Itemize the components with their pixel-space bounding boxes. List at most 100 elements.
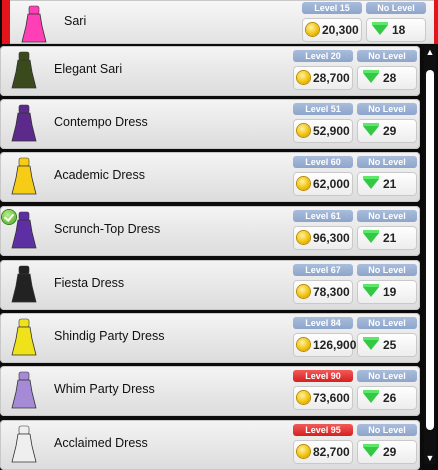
coin-price-button[interactable]: 96,300 [293, 226, 353, 250]
level-badge: Level 84 [293, 317, 353, 329]
coin-price-button[interactable]: 62,000 [293, 172, 353, 196]
coin-price: 62,000 [313, 177, 350, 191]
dress-row[interactable]: Contempo Dress Level 51 No Level 52,900 … [0, 99, 420, 149]
scroll-up-arrow-icon[interactable]: ▲ [424, 46, 436, 58]
dress-strap [18, 51, 30, 61]
dress-strap [28, 5, 40, 15]
dress-skirt [11, 59, 37, 89]
gem-price: 21 [383, 231, 397, 245]
gem-icon [363, 70, 379, 83]
no-level-badge: No Level [366, 2, 426, 14]
coin-icon [297, 285, 310, 298]
dress-name: Whim Party Dress [54, 382, 155, 396]
coin-price-button[interactable]: 73,600 [293, 386, 353, 410]
coin-icon [297, 124, 310, 137]
coin-icon [306, 23, 319, 36]
dress-skirt [11, 379, 37, 409]
dress-row[interactable]: Scrunch-Top Dress Level 61 No Level 96,3… [0, 206, 420, 256]
dress-strap [18, 104, 30, 114]
gem-icon [363, 390, 379, 403]
coin-icon [297, 445, 310, 458]
coin-price: 126,900 [313, 338, 357, 352]
gem-price: 29 [383, 124, 397, 138]
gem-price: 19 [383, 285, 397, 299]
coin-price-button[interactable]: 78,300 [293, 280, 353, 304]
gem-price-button[interactable]: 19 [357, 280, 417, 304]
gem-price-button[interactable]: 21 [357, 172, 417, 196]
dress-icon [21, 5, 47, 43]
level-badge: Level 60 [293, 156, 353, 168]
dress-name: Elegant Sari [54, 62, 123, 76]
gem-icon [363, 337, 379, 350]
gem-icon [372, 22, 388, 35]
dress-strap [18, 318, 30, 328]
dress-skirt [11, 326, 37, 356]
dress-icon [11, 51, 37, 89]
coin-price-button[interactable]: 126,900 [293, 333, 357, 357]
coin-price-button[interactable]: 52,900 [293, 119, 353, 143]
price-group: Level 51 No Level 52,900 29 [293, 103, 417, 145]
dress-row[interactable]: Fiesta Dress Level 67 No Level 78,300 19 [0, 260, 420, 310]
dress-row[interactable]: Sari Level 15 No Level 20,300 18 [2, 0, 438, 44]
coin-price-button[interactable]: 20,300 [302, 18, 362, 42]
gem-price: 26 [383, 391, 397, 405]
dress-strap [18, 371, 30, 381]
coin-icon [297, 231, 310, 244]
gem-price: 28 [383, 71, 397, 85]
gem-icon [363, 123, 379, 136]
gem-price-button[interactable]: 21 [357, 226, 417, 250]
dress-skirt [11, 112, 37, 142]
price-group: Level 15 No Level 20,300 18 [302, 2, 426, 44]
dress-name: Scrunch-Top Dress [54, 222, 161, 236]
dress-skirt [11, 219, 37, 249]
gem-icon [363, 284, 379, 297]
dress-icon [11, 104, 37, 142]
coin-price-button[interactable]: 28,700 [293, 66, 353, 90]
coin-price: 78,300 [313, 285, 350, 299]
gem-price-button[interactable]: 29 [357, 119, 417, 143]
dress-name: Contempo Dress [54, 115, 148, 129]
gem-price-button[interactable]: 25 [357, 333, 417, 357]
dress-icon [11, 425, 37, 463]
dress-name: Fiesta Dress [54, 276, 125, 290]
dress-name: Shindig Party Dress [54, 329, 165, 343]
no-level-badge: No Level [357, 210, 417, 222]
gem-price: 18 [392, 23, 406, 37]
no-level-badge: No Level [357, 156, 417, 168]
dress-row[interactable]: Academic Dress Level 60 No Level 62,000 … [0, 152, 420, 202]
dress-row[interactable]: Whim Party Dress Level 90 No Level 73,60… [0, 366, 420, 416]
dress-skirt [11, 165, 37, 195]
dress-icon [11, 157, 37, 195]
dress-strap [18, 265, 30, 275]
scrollbar[interactable]: ▲ ▼ [424, 46, 436, 464]
dress-strap [18, 211, 30, 221]
gem-price-button[interactable]: 28 [357, 66, 417, 90]
price-group: Level 67 No Level 78,300 19 [293, 264, 417, 306]
scroll-down-arrow-icon[interactable]: ▼ [424, 452, 436, 464]
gem-price: 25 [383, 338, 397, 352]
dress-row[interactable]: Acclaimed Dress Level 95 No Level 82,700… [0, 420, 420, 470]
dress-strap [18, 157, 30, 167]
dress-icon [11, 265, 37, 303]
gem-price: 21 [383, 177, 397, 191]
dress-skirt [21, 13, 47, 43]
gem-price-button[interactable]: 26 [357, 386, 417, 410]
price-group: Level 90 No Level 73,600 26 [293, 370, 417, 412]
price-group: Level 20 No Level 28,700 28 [293, 50, 417, 92]
dress-name: Acclaimed Dress [54, 436, 148, 450]
dress-skirt [11, 273, 37, 303]
coin-icon [297, 338, 310, 351]
no-level-badge: No Level [357, 370, 417, 382]
gem-price-button[interactable]: 29 [357, 440, 417, 464]
dress-name: Academic Dress [54, 168, 145, 182]
coin-price-button[interactable]: 82,700 [293, 440, 353, 464]
gem-price-button[interactable]: 18 [366, 18, 426, 42]
level-badge: Level 15 [302, 2, 362, 14]
dress-row[interactable]: Elegant Sari Level 20 No Level 28,700 28 [0, 46, 420, 96]
gem-icon [363, 444, 379, 457]
scroll-thumb[interactable] [426, 70, 434, 430]
dress-name: Sari [64, 14, 87, 28]
dress-row[interactable]: Shindig Party Dress Level 84 No Level 12… [0, 313, 420, 363]
price-group: Level 95 No Level 82,700 29 [293, 424, 417, 466]
coin-price: 73,600 [313, 391, 350, 405]
